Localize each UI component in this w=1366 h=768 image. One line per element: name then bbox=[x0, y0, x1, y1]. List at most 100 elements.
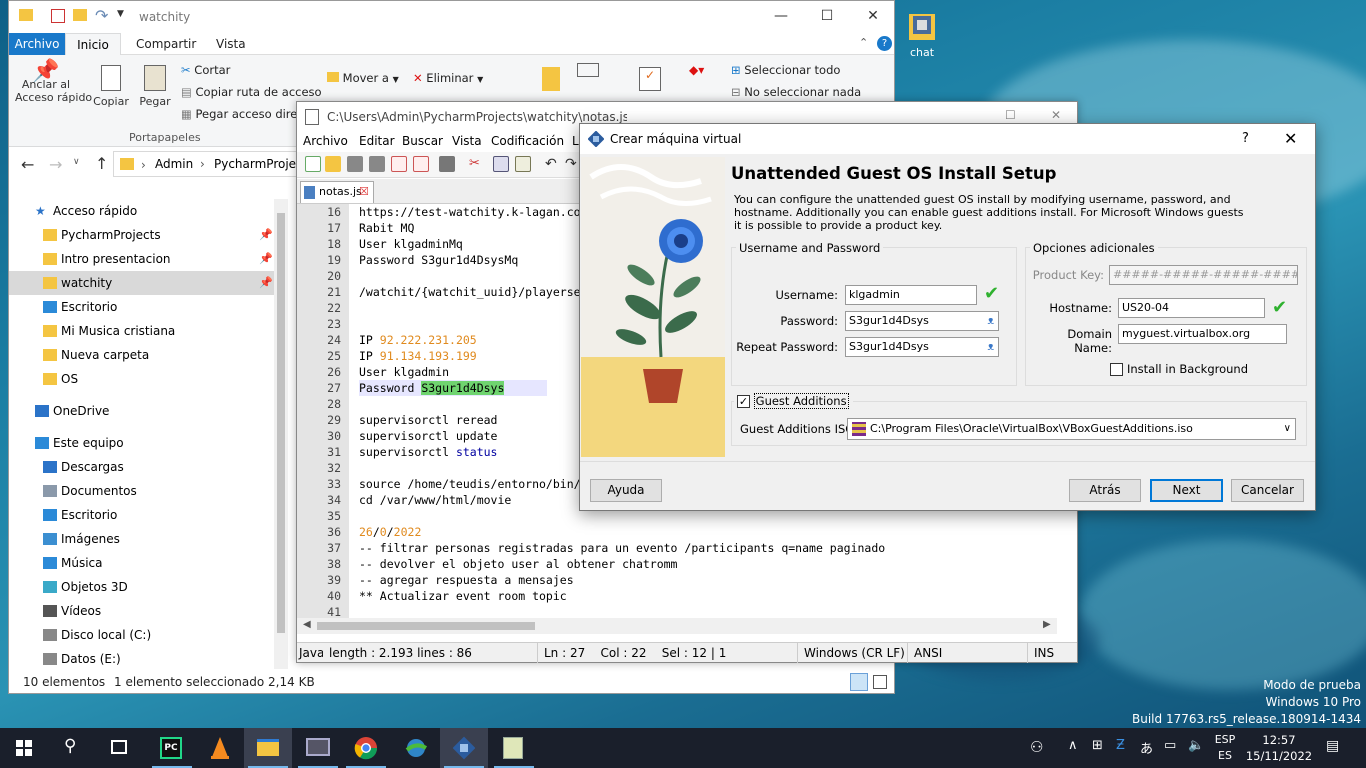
close-all-icon[interactable] bbox=[413, 156, 429, 172]
sidebar-item[interactable]: watchity 📌 bbox=[9, 271, 277, 295]
menu-archivo[interactable]: Archivo bbox=[303, 134, 348, 148]
domain-name-input[interactable]: myguest.virtualbox.org bbox=[1118, 324, 1287, 344]
product-key-input[interactable]: #####-#####-#####-#####-# bbox=[1109, 265, 1298, 285]
help-button[interactable]: Ayuda bbox=[590, 479, 662, 502]
maximize-button[interactable]: ☐ bbox=[804, 1, 850, 33]
save-all-icon[interactable] bbox=[369, 156, 385, 172]
clock[interactable]: 12:57 15/11/2022 bbox=[1244, 732, 1314, 764]
sidebar-item[interactable]: Descargas bbox=[9, 455, 277, 479]
pin-icon[interactable]: 📌 bbox=[259, 271, 273, 295]
minimize-button[interactable]: — bbox=[758, 1, 804, 33]
taskbar-pycharm[interactable]: PC bbox=[148, 728, 196, 768]
menu-codificacion[interactable]: Codificación bbox=[491, 134, 564, 148]
guest-additions-checkbox[interactable]: ✓ bbox=[737, 395, 750, 408]
print-icon[interactable] bbox=[439, 156, 455, 172]
taskbar-globe-app[interactable] bbox=[392, 728, 440, 768]
notepad-maximize-button[interactable]: ☐ bbox=[1005, 108, 1016, 122]
forward-arrow-icon[interactable]: → bbox=[49, 155, 62, 174]
sidebar-item[interactable]: Datos (E:) bbox=[9, 647, 277, 671]
menu-buscar[interactable]: Buscar bbox=[402, 134, 443, 148]
cut-icon[interactable]: ✂ bbox=[469, 156, 485, 172]
save-icon[interactable] bbox=[347, 156, 363, 172]
pin-icon[interactable]: 📌 bbox=[259, 247, 273, 271]
tab-vista[interactable]: Vista bbox=[216, 37, 246, 51]
cancel-button[interactable]: Cancelar bbox=[1231, 479, 1304, 502]
undo-icon[interactable]: ↶ bbox=[545, 156, 561, 172]
horizontal-scrollbar[interactable]: ◀ ▶ bbox=[297, 618, 1057, 634]
search-button[interactable]: ⚲ bbox=[48, 728, 96, 768]
show-hidden-icons-chevron[interactable]: ∧ bbox=[1068, 738, 1078, 753]
collapse-ribbon-icon[interactable]: ⌃ bbox=[859, 36, 868, 49]
sidebar-item[interactable]: Objetos 3D bbox=[9, 575, 277, 599]
move-to-button[interactable]: Mover a ▼ bbox=[327, 71, 399, 85]
username-input[interactable]: klgadmin bbox=[845, 285, 977, 305]
tray-app-icon[interactable]: ⊞ bbox=[1092, 738, 1103, 753]
delete-button[interactable]: ✕ Eliminar ▼ bbox=[413, 71, 483, 85]
taskbar-vlc[interactable] bbox=[196, 728, 244, 768]
file-tab-notas[interactable]: notas.js ☒ bbox=[300, 181, 374, 203]
dialog-help-button[interactable]: ? bbox=[1242, 131, 1249, 146]
undo-icon[interactable]: ↷ bbox=[95, 6, 108, 25]
open-file-icon[interactable] bbox=[325, 156, 341, 172]
hostname-input[interactable]: US20-04 bbox=[1118, 298, 1265, 318]
sidebar-item[interactable]: OneDrive bbox=[9, 399, 277, 423]
close-tab-icon[interactable]: ☒ bbox=[359, 182, 369, 202]
people-icon[interactable]: ⚇ bbox=[1030, 738, 1043, 756]
new-file-icon[interactable] bbox=[305, 156, 321, 172]
next-button[interactable]: Next bbox=[1150, 479, 1223, 502]
taskbar-chrome[interactable] bbox=[342, 728, 390, 768]
new-folder-large-icon[interactable] bbox=[542, 67, 560, 91]
details-view-icon[interactable] bbox=[850, 673, 868, 691]
pin-quick-access-button[interactable]: 📌 Anclar al Acceso rápido bbox=[15, 61, 92, 105]
sidebar-item[interactable]: OS bbox=[9, 367, 277, 391]
network-icon[interactable]: ▭ bbox=[1164, 738, 1176, 753]
select-none-button[interactable]: ⊟ No seleccionar nada bbox=[731, 85, 861, 99]
copy-button[interactable]: Copiar bbox=[91, 65, 131, 108]
sidebar-item[interactable]: Imágenes bbox=[9, 527, 277, 551]
close-file-icon[interactable] bbox=[391, 156, 407, 172]
guest-additions-toggle[interactable]: ✓ Guest Additions bbox=[734, 393, 853, 409]
taskbar-network-app[interactable] bbox=[294, 728, 342, 768]
breadcrumb-pycharm[interactable]: PycharmProject bbox=[214, 157, 307, 171]
desktop-icon-chat[interactable]: chat bbox=[904, 10, 940, 66]
address-bar[interactable]: › Admin › PycharmProject bbox=[113, 151, 307, 177]
menu-vista[interactable]: Vista bbox=[452, 134, 482, 148]
repeat-password-input[interactable]: S3gur1d4Dsys ᴥ bbox=[845, 337, 999, 357]
up-arrow-icon[interactable]: ↑ bbox=[95, 154, 108, 173]
ga-iso-select[interactable]: C:\Program Files\Oracle\VirtualBox\VBoxG… bbox=[847, 418, 1296, 440]
recent-dropdown-icon[interactable]: ∨ bbox=[73, 157, 80, 167]
taskbar-file-explorer[interactable] bbox=[244, 728, 292, 768]
sidebar-item[interactable]: Vídeos bbox=[9, 599, 277, 623]
new-item-icon[interactable] bbox=[577, 63, 599, 77]
scroll-right-icon[interactable]: ▶ bbox=[1043, 619, 1051, 630]
chevron-down-icon[interactable]: ∨ bbox=[1284, 419, 1291, 439]
notepad-close-button[interactable]: ✕ bbox=[1051, 108, 1061, 122]
qat-dropdown-icon[interactable]: ▼ bbox=[117, 9, 124, 19]
back-arrow-icon[interactable]: ← bbox=[21, 155, 34, 174]
select-all-button[interactable]: ⊞ Seleccionar todo bbox=[731, 63, 840, 77]
paste-button[interactable]: Pegar bbox=[135, 65, 175, 108]
sidebar-item[interactable]: Nueva carpeta bbox=[9, 343, 277, 367]
password-input[interactable]: S3gur1d4Dsys ᴥ bbox=[845, 311, 999, 331]
sidebar-item[interactable]: Mi Musica cristiana bbox=[9, 319, 277, 343]
sidebar-item[interactable]: Documentos bbox=[9, 479, 277, 503]
install-background-checkbox[interactable] bbox=[1110, 363, 1123, 376]
properties-icon[interactable] bbox=[51, 9, 65, 23]
tab-archivo[interactable]: Archivo bbox=[9, 33, 65, 55]
start-button[interactable] bbox=[0, 728, 48, 768]
paste-icon[interactable] bbox=[515, 156, 531, 172]
eye-icon[interactable]: ᴥ bbox=[987, 338, 994, 356]
language-indicator[interactable]: ESP ES bbox=[1210, 732, 1240, 764]
back-button[interactable]: Atrás bbox=[1069, 479, 1141, 502]
sidebar-item[interactable]: Música bbox=[9, 551, 277, 575]
tiles-view-icon[interactable] bbox=[873, 675, 887, 689]
tray-z-icon[interactable]: Ƶ bbox=[1116, 738, 1125, 753]
taskbar-notepad[interactable] bbox=[490, 728, 538, 768]
help-icon[interactable]: ? bbox=[877, 36, 892, 51]
dialog-close-button[interactable]: ✕ bbox=[1284, 129, 1297, 148]
copy-icon[interactable] bbox=[493, 156, 509, 172]
cut-button[interactable]: ✂ Cortar bbox=[181, 63, 230, 77]
properties-large-icon[interactable]: ✓ bbox=[639, 67, 661, 91]
task-view-button[interactable] bbox=[96, 728, 144, 768]
copy-path-button[interactable]: ▤ Copiar ruta de acceso bbox=[181, 85, 322, 99]
